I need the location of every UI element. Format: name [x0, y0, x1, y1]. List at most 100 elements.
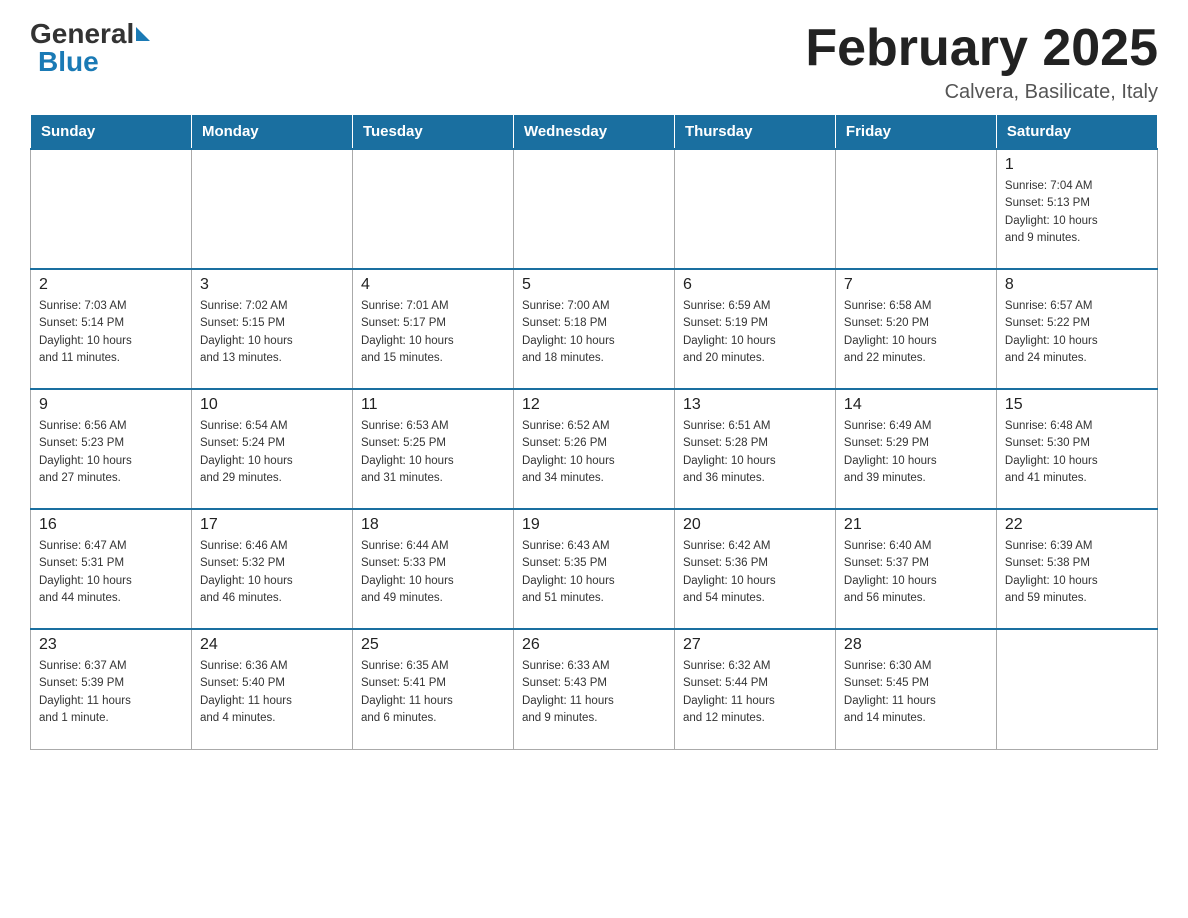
calendar-cell: 14 Sunrise: 6:49 AMSunset: 5:29 PMDayligh…: [835, 389, 996, 509]
calendar-cell: 4 Sunrise: 7:01 AMSunset: 5:17 PMDaylight…: [352, 269, 513, 389]
calendar-cell: [674, 149, 835, 269]
day-info: Sunrise: 7:01 AMSunset: 5:17 PMDaylight:…: [361, 298, 505, 367]
calendar: SundayMondayTuesdayWednesdayThursdayFrid…: [30, 114, 1158, 750]
weekday-header-friday: Friday: [835, 115, 996, 150]
day-info: Sunrise: 6:33 AMSunset: 5:43 PMDaylight:…: [522, 658, 666, 727]
logo: General Blue: [30, 20, 150, 76]
day-number: 17: [200, 516, 344, 534]
weekday-header-thursday: Thursday: [674, 115, 835, 150]
day-info: Sunrise: 6:35 AMSunset: 5:41 PMDaylight:…: [361, 658, 505, 727]
calendar-cell: 17 Sunrise: 6:46 AMSunset: 5:32 PMDayligh…: [191, 509, 352, 629]
day-number: 24: [200, 636, 344, 654]
logo-arrow-icon: [136, 27, 150, 41]
day-number: 10: [200, 396, 344, 414]
day-info: Sunrise: 6:49 AMSunset: 5:29 PMDaylight:…: [844, 418, 988, 487]
day-number: 7: [844, 276, 988, 294]
calendar-cell: 7 Sunrise: 6:58 AMSunset: 5:20 PMDaylight…: [835, 269, 996, 389]
day-number: 26: [522, 636, 666, 654]
day-number: 4: [361, 276, 505, 294]
calendar-cell: [835, 149, 996, 269]
calendar-cell: 2 Sunrise: 7:03 AMSunset: 5:14 PMDaylight…: [31, 269, 192, 389]
day-info: Sunrise: 7:02 AMSunset: 5:15 PMDaylight:…: [200, 298, 344, 367]
day-number: 8: [1005, 276, 1149, 294]
location: Calvera, Basilicate, Italy: [805, 81, 1158, 104]
calendar-cell: 25 Sunrise: 6:35 AMSunset: 5:41 PMDayligh…: [352, 629, 513, 749]
day-number: 5: [522, 276, 666, 294]
calendar-cell: [996, 629, 1157, 749]
calendar-cell: 27 Sunrise: 6:32 AMSunset: 5:44 PMDayligh…: [674, 629, 835, 749]
day-number: 16: [39, 516, 183, 534]
day-info: Sunrise: 6:58 AMSunset: 5:20 PMDaylight:…: [844, 298, 988, 367]
day-info: Sunrise: 6:43 AMSunset: 5:35 PMDaylight:…: [522, 538, 666, 607]
day-info: Sunrise: 6:39 AMSunset: 5:38 PMDaylight:…: [1005, 538, 1149, 607]
day-number: 23: [39, 636, 183, 654]
day-number: 14: [844, 396, 988, 414]
day-number: 6: [683, 276, 827, 294]
day-info: Sunrise: 6:36 AMSunset: 5:40 PMDaylight:…: [200, 658, 344, 727]
calendar-cell: 24 Sunrise: 6:36 AMSunset: 5:40 PMDayligh…: [191, 629, 352, 749]
day-number: 13: [683, 396, 827, 414]
weekday-header-sunday: Sunday: [31, 115, 192, 150]
calendar-cell: [191, 149, 352, 269]
week-row-1: 1 Sunrise: 7:04 AMSunset: 5:13 PMDaylight…: [31, 149, 1158, 269]
weekday-header-wednesday: Wednesday: [513, 115, 674, 150]
calendar-cell: 6 Sunrise: 6:59 AMSunset: 5:19 PMDaylight…: [674, 269, 835, 389]
logo-general: General: [30, 20, 150, 48]
page-header: General Blue February 2025 Calvera, Basi…: [30, 20, 1158, 104]
day-number: 2: [39, 276, 183, 294]
calendar-cell: 10 Sunrise: 6:54 AMSunset: 5:24 PMDayligh…: [191, 389, 352, 509]
calendar-cell: 16 Sunrise: 6:47 AMSunset: 5:31 PMDayligh…: [31, 509, 192, 629]
day-info: Sunrise: 7:03 AMSunset: 5:14 PMDaylight:…: [39, 298, 183, 367]
day-info: Sunrise: 6:30 AMSunset: 5:45 PMDaylight:…: [844, 658, 988, 727]
weekday-header-saturday: Saturday: [996, 115, 1157, 150]
day-info: Sunrise: 6:54 AMSunset: 5:24 PMDaylight:…: [200, 418, 344, 487]
day-number: 28: [844, 636, 988, 654]
month-title: February 2025: [805, 20, 1158, 77]
calendar-cell: 5 Sunrise: 7:00 AMSunset: 5:18 PMDaylight…: [513, 269, 674, 389]
calendar-cell: 20 Sunrise: 6:42 AMSunset: 5:36 PMDayligh…: [674, 509, 835, 629]
calendar-cell: 18 Sunrise: 6:44 AMSunset: 5:33 PMDayligh…: [352, 509, 513, 629]
day-number: 3: [200, 276, 344, 294]
day-info: Sunrise: 6:40 AMSunset: 5:37 PMDaylight:…: [844, 538, 988, 607]
calendar-cell: [352, 149, 513, 269]
day-number: 18: [361, 516, 505, 534]
calendar-cell: [31, 149, 192, 269]
day-number: 15: [1005, 396, 1149, 414]
calendar-cell: 8 Sunrise: 6:57 AMSunset: 5:22 PMDaylight…: [996, 269, 1157, 389]
day-info: Sunrise: 6:57 AMSunset: 5:22 PMDaylight:…: [1005, 298, 1149, 367]
day-number: 11: [361, 396, 505, 414]
calendar-cell: 19Sunrise: 6:43 AMSunset: 5:35 PMDayligh…: [513, 509, 674, 629]
calendar-cell: 3 Sunrise: 7:02 AMSunset: 5:15 PMDaylight…: [191, 269, 352, 389]
day-info: Sunrise: 6:51 AMSunset: 5:28 PMDaylight:…: [683, 418, 827, 487]
day-info: Sunrise: 6:42 AMSunset: 5:36 PMDaylight:…: [683, 538, 827, 607]
day-info: Sunrise: 7:04 AMSunset: 5:13 PMDaylight:…: [1005, 178, 1149, 247]
day-info: Sunrise: 6:47 AMSunset: 5:31 PMDaylight:…: [39, 538, 183, 607]
week-row-2: 2 Sunrise: 7:03 AMSunset: 5:14 PMDaylight…: [31, 269, 1158, 389]
day-info: Sunrise: 6:32 AMSunset: 5:44 PMDaylight:…: [683, 658, 827, 727]
calendar-cell: 9Sunrise: 6:56 AMSunset: 5:23 PMDaylight…: [31, 389, 192, 509]
logo-general-text: General: [30, 20, 134, 48]
day-info: Sunrise: 6:46 AMSunset: 5:32 PMDaylight:…: [200, 538, 344, 607]
day-number: 20: [683, 516, 827, 534]
calendar-cell: 13 Sunrise: 6:51 AMSunset: 5:28 PMDayligh…: [674, 389, 835, 509]
day-number: 1: [1005, 156, 1149, 174]
calendar-cell: 26 Sunrise: 6:33 AMSunset: 5:43 PMDayligh…: [513, 629, 674, 749]
day-number: 27: [683, 636, 827, 654]
day-info: Sunrise: 6:59 AMSunset: 5:19 PMDaylight:…: [683, 298, 827, 367]
week-row-5: 23 Sunrise: 6:37 AMSunset: 5:39 PMDayligh…: [31, 629, 1158, 749]
calendar-cell: 1 Sunrise: 7:04 AMSunset: 5:13 PMDaylight…: [996, 149, 1157, 269]
day-info: Sunrise: 6:37 AMSunset: 5:39 PMDaylight:…: [39, 658, 183, 727]
weekday-header-monday: Monday: [191, 115, 352, 150]
day-info: Sunrise: 6:44 AMSunset: 5:33 PMDaylight:…: [361, 538, 505, 607]
day-number: 21: [844, 516, 988, 534]
day-number: 25: [361, 636, 505, 654]
day-info: Sunrise: 7:00 AMSunset: 5:18 PMDaylight:…: [522, 298, 666, 367]
day-info: Sunrise: 6:56 AMSunset: 5:23 PMDaylight:…: [39, 418, 183, 487]
day-info: Sunrise: 6:52 AMSunset: 5:26 PMDaylight:…: [522, 418, 666, 487]
title-area: February 2025 Calvera, Basilicate, Italy: [805, 20, 1158, 104]
logo-blue-text: Blue: [34, 48, 150, 76]
week-row-4: 16 Sunrise: 6:47 AMSunset: 5:31 PMDayligh…: [31, 509, 1158, 629]
day-number: 22: [1005, 516, 1149, 534]
calendar-cell: 22 Sunrise: 6:39 AMSunset: 5:38 PMDayligh…: [996, 509, 1157, 629]
day-number: 12: [522, 396, 666, 414]
